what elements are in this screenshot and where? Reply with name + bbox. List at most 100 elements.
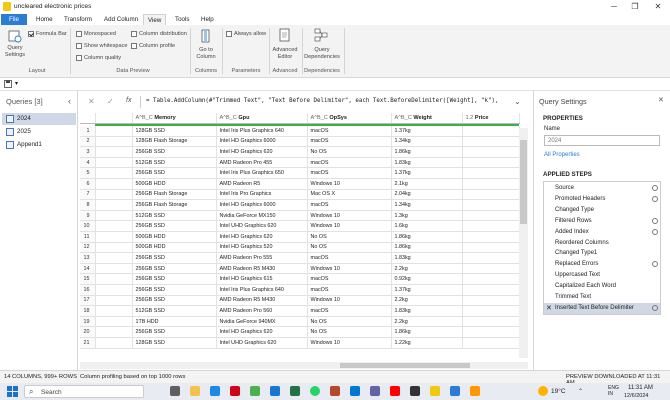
- price-cell[interactable]: [462, 305, 520, 317]
- column-distribution-checkbox[interactable]: [131, 31, 137, 37]
- excel-icon[interactable]: [290, 386, 300, 396]
- opsys-cell[interactable]: macOS: [307, 199, 392, 211]
- step-settings-gear-icon[interactable]: [652, 185, 658, 191]
- weight-cell[interactable]: 2.1kg: [391, 178, 463, 190]
- gpu-cell[interactable]: Intel Iris Plus Graphics 640: [216, 125, 308, 137]
- price-cell[interactable]: [462, 125, 520, 137]
- gpu-cell[interactable]: Intel HD Graphics 620: [216, 326, 308, 338]
- price-cell[interactable]: [462, 210, 520, 222]
- step-settings-gear-icon[interactable]: [652, 195, 658, 202]
- task-view-icon[interactable]: [170, 386, 180, 396]
- price-cell[interactable]: [462, 178, 520, 190]
- opsys-cell[interactable]: No OS: [307, 231, 392, 243]
- table-row[interactable]: 6 500GB HDD AMD Radeon R5 Windows 10 2.1kg: [80, 178, 520, 190]
- menu-home[interactable]: Home: [32, 14, 57, 25]
- gpu-cell[interactable]: Intel Iris Plus Graphics 650: [216, 167, 308, 180]
- memory-cell[interactable]: 256GB SSD: [132, 252, 217, 264]
- weight-cell[interactable]: 1.37kg: [391, 125, 463, 137]
- weather-icon[interactable]: [538, 386, 548, 396]
- maximize-button[interactable]: ❐: [625, 1, 645, 12]
- table-row[interactable]: 3 256GB SSD Intel HD Graphics 620 No OS 1.86…: [80, 146, 520, 158]
- applied-step[interactable]: Replaced Errors: [544, 259, 660, 270]
- column-header-weight[interactable]: A^B_C Weight: [391, 113, 463, 125]
- weight-cell[interactable]: 1.86kg: [391, 231, 463, 243]
- query-settings-button[interactable]: Query Settings: [4, 45, 26, 59]
- power-bi-icon[interactable]: [430, 386, 440, 396]
- memory-cell[interactable]: 256GB SSD: [132, 273, 217, 285]
- go-to-column-button[interactable]: Go to Column: [193, 47, 219, 61]
- index-cell[interactable]: [95, 242, 133, 254]
- weight-cell[interactable]: 2.2kg: [391, 295, 463, 307]
- gpu-cell[interactable]: AMD Radeon R5 M430: [216, 295, 308, 307]
- scroll-thumb[interactable]: [520, 140, 527, 224]
- opsys-cell[interactable]: Windows 10: [307, 178, 392, 190]
- advanced-editor-icon[interactable]: [278, 28, 292, 42]
- query-item-append1[interactable]: Append1: [2, 139, 76, 151]
- fx-icon[interactable]: fx: [126, 97, 131, 104]
- text-type-icon[interactable]: A^B_C: [395, 115, 412, 121]
- weight-cell[interactable]: 1.6kg: [391, 220, 463, 233]
- table-row[interactable]: 9 512GB SSD Nvidia GeForce MX150 Windows 10…: [80, 210, 520, 222]
- weight-cell[interactable]: 0.92kg: [391, 273, 463, 285]
- weight-cell[interactable]: 2.04kg: [391, 189, 463, 201]
- always-allow-checkbox[interactable]: [226, 31, 232, 37]
- show-whitespace-checkbox[interactable]: [76, 43, 82, 49]
- applied-step[interactable]: Promoted Headers: [544, 194, 660, 205]
- gpu-cell[interactable]: Nvidia GeForce 940MX: [216, 316, 308, 328]
- gpu-cell[interactable]: Intel HD Graphics 6000: [216, 136, 308, 148]
- memory-cell[interactable]: 128GB SSD: [132, 337, 217, 349]
- price-cell[interactable]: [462, 326, 520, 338]
- price-cell[interactable]: [462, 263, 520, 275]
- text-type-icon[interactable]: A^B_C: [311, 115, 328, 121]
- memory-cell[interactable]: 512GB SSD: [132, 210, 217, 222]
- weight-cell[interactable]: 1.86kg: [391, 326, 463, 338]
- weight-cell[interactable]: 1.34kg: [391, 136, 463, 148]
- gpu-cell[interactable]: Intel UHD Graphics 620: [216, 220, 308, 233]
- outlook-icon[interactable]: [450, 386, 460, 396]
- weight-cell[interactable]: 1.22kg: [391, 337, 463, 349]
- index-cell[interactable]: [95, 146, 133, 158]
- app-icon[interactable]: [470, 386, 480, 396]
- query-settings-icon[interactable]: [8, 29, 22, 43]
- menu-transform[interactable]: Transform: [60, 14, 96, 25]
- memory-cell[interactable]: 1TB HDD: [132, 316, 217, 328]
- gpu-cell[interactable]: Intel HD Graphics 6000: [216, 199, 308, 211]
- column-header-gpu[interactable]: A^B_C Gpu: [216, 113, 308, 125]
- close-window-button[interactable]: ✕: [648, 1, 668, 12]
- temperature[interactable]: 19°C: [551, 388, 566, 395]
- table-row[interactable]: 13 256GB SSD AMD Radeon Pro 555 macOS 1.83kg: [80, 252, 520, 264]
- index-cell[interactable]: [95, 167, 133, 180]
- menu-tools[interactable]: Tools: [171, 14, 193, 25]
- price-cell[interactable]: [462, 231, 520, 243]
- whatsapp-icon[interactable]: [310, 386, 320, 396]
- memory-cell[interactable]: 512GB SSD: [132, 305, 217, 317]
- collapse-queries-icon[interactable]: ‹: [68, 96, 71, 106]
- index-cell[interactable]: [95, 189, 133, 201]
- gpu-cell[interactable]: Intel HD Graphics 620: [216, 231, 308, 243]
- applied-step[interactable]: Added Index: [544, 227, 660, 238]
- advanced-editor-button[interactable]: Advanced Editor: [271, 47, 299, 61]
- price-cell[interactable]: [462, 136, 520, 148]
- opsys-cell[interactable]: Windows 10: [307, 210, 392, 222]
- word-icon[interactable]: [270, 386, 280, 396]
- opsys-cell[interactable]: No OS: [307, 316, 392, 328]
- weight-cell[interactable]: 2.2kg: [391, 316, 463, 328]
- opsys-cell[interactable]: macOS: [307, 305, 392, 317]
- gpu-cell[interactable]: AMD Radeon R5 M430: [216, 263, 308, 275]
- horizontal-scrollbar[interactable]: [80, 362, 528, 369]
- step-settings-gear-icon[interactable]: [652, 228, 658, 235]
- applied-step[interactable]: Trimmed Text: [544, 292, 660, 303]
- price-cell[interactable]: [462, 146, 520, 158]
- weight-cell[interactable]: 1.3kg: [391, 210, 463, 222]
- index-cell[interactable]: [95, 220, 133, 233]
- opsys-cell[interactable]: Mac OS X: [307, 189, 392, 201]
- weight-cell[interactable]: 1.83kg: [391, 157, 463, 169]
- table-row[interactable]: 2 128GB Flash Storage Intel HD Graphics 60…: [80, 136, 520, 148]
- index-cell[interactable]: [95, 157, 133, 169]
- index-cell[interactable]: [95, 263, 133, 275]
- gpu-cell[interactable]: AMD Radeon Pro 455: [216, 157, 308, 169]
- step-settings-gear-icon[interactable]: [652, 261, 658, 268]
- table-row[interactable]: 12 500GB HDD Intel HD Graphics 520 No OS 1.8…: [80, 242, 520, 254]
- memory-cell[interactable]: 500GB HDD: [132, 178, 217, 190]
- price-cell[interactable]: [462, 273, 520, 285]
